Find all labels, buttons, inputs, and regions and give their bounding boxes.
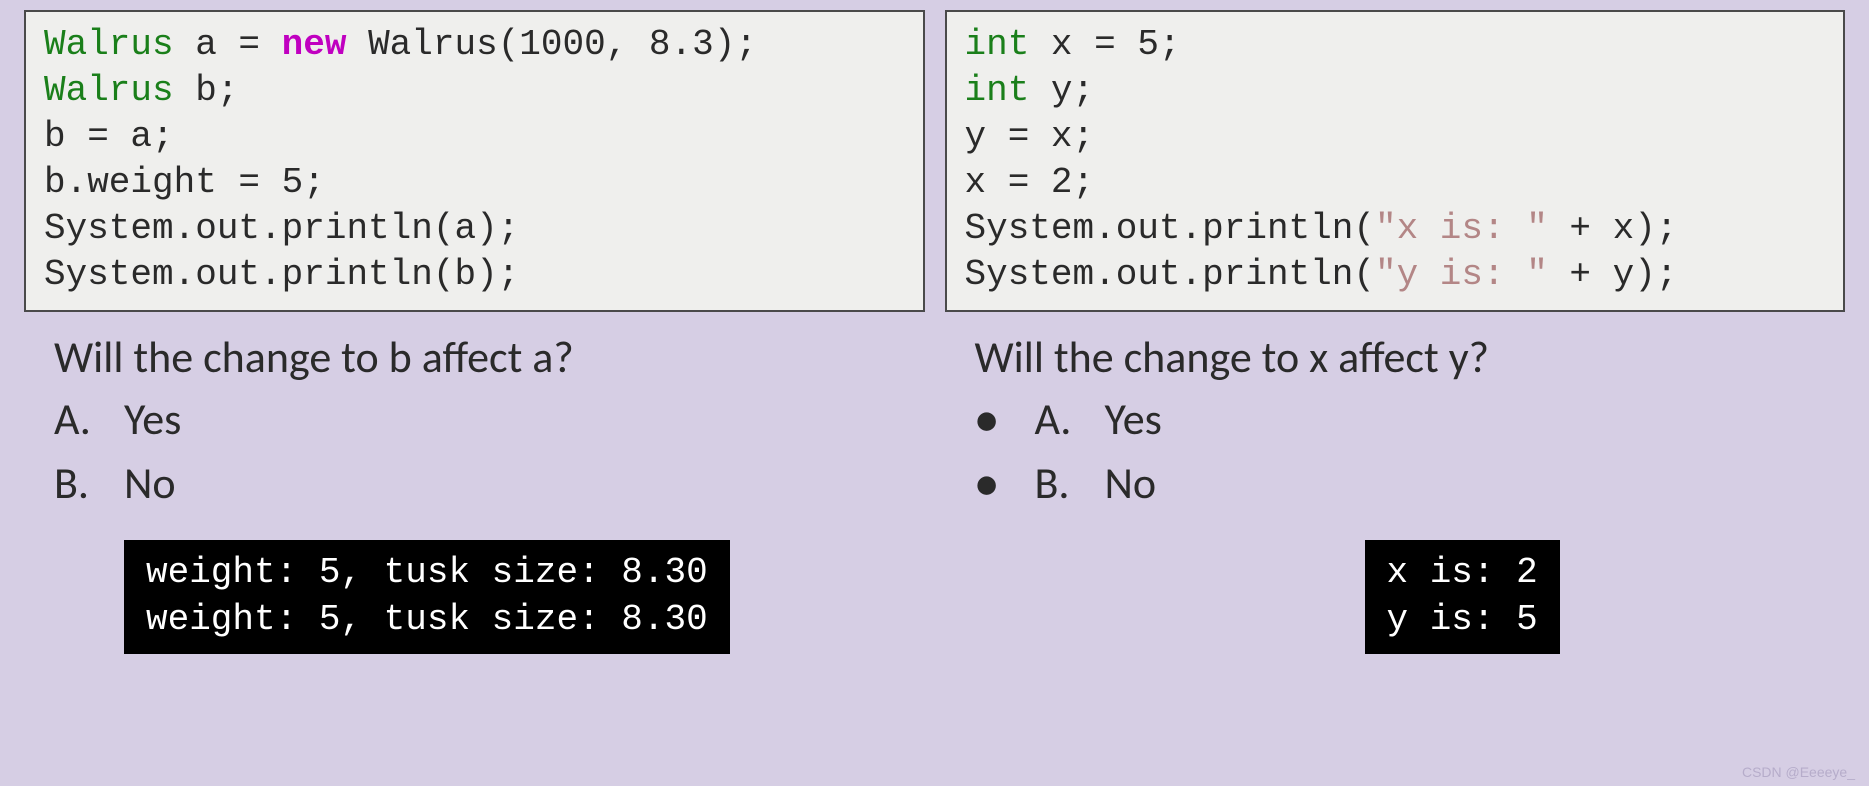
output-right: x is: 2 y is: 5 xyxy=(1365,540,1560,654)
code-token: Walrus xyxy=(44,70,174,111)
option-text: Yes xyxy=(124,388,181,452)
option-letter: B. xyxy=(54,452,124,516)
option-a-right: ● A. Yes xyxy=(975,388,1846,452)
code-token: System.out.println(a); xyxy=(44,208,519,249)
code-token: b.weight = 5; xyxy=(44,162,325,203)
code-token: + x); xyxy=(1548,208,1678,249)
code-token: y; xyxy=(1029,70,1094,111)
code-token: new xyxy=(282,24,347,65)
options-left: A. Yes B. No xyxy=(54,388,925,516)
question-left: Will the change to b affect a? xyxy=(54,330,925,384)
code-block-right: int x = 5; int y; y = x; x = 2; System.o… xyxy=(945,10,1846,312)
code-token: Walrus xyxy=(44,24,174,65)
code-token: int xyxy=(965,70,1030,111)
option-text: No xyxy=(124,452,176,516)
code-token: System.out.println( xyxy=(965,254,1375,295)
options-right: ● A. Yes ● B. No xyxy=(975,388,1846,516)
code-token: x = 2; xyxy=(965,162,1095,203)
option-text: No xyxy=(1105,452,1157,516)
option-a-left: A. Yes xyxy=(54,388,925,452)
code-token: x = 5; xyxy=(1029,24,1180,65)
watermark: CSDN @Eeeeye_ xyxy=(1742,764,1855,780)
right-column: int x = 5; int y; y = x; x = 2; System.o… xyxy=(945,10,1846,654)
code-token: System.out.println(b); xyxy=(44,254,519,295)
option-b-left: B. No xyxy=(54,452,925,516)
option-text: Yes xyxy=(1105,388,1162,452)
code-token: Walrus(1000, 8.3); xyxy=(346,24,756,65)
code-block-left: Walrus a = new Walrus(1000, 8.3); Walrus… xyxy=(24,10,925,312)
code-token: a = xyxy=(174,24,282,65)
option-letter: A. xyxy=(54,388,124,452)
code-token: "x is: " xyxy=(1375,208,1548,249)
bullet-icon: ● xyxy=(975,391,1035,449)
question-right: Will the change to x affect y? xyxy=(975,330,1846,384)
bullet-icon: ● xyxy=(975,455,1035,513)
option-letter: B. xyxy=(1035,452,1105,516)
code-token: + y); xyxy=(1548,254,1678,295)
option-b-right: ● B. No xyxy=(975,452,1846,516)
code-token: "y is: " xyxy=(1375,254,1548,295)
output-left: weight: 5, tusk size: 8.30 weight: 5, tu… xyxy=(124,540,730,654)
code-token: b; xyxy=(174,70,239,111)
code-token: b = a; xyxy=(44,116,174,157)
code-token: System.out.println( xyxy=(965,208,1375,249)
code-token: y = x; xyxy=(965,116,1095,157)
code-token: int xyxy=(965,24,1030,65)
left-column: Walrus a = new Walrus(1000, 8.3); Walrus… xyxy=(24,10,925,654)
option-letter: A. xyxy=(1035,388,1105,452)
